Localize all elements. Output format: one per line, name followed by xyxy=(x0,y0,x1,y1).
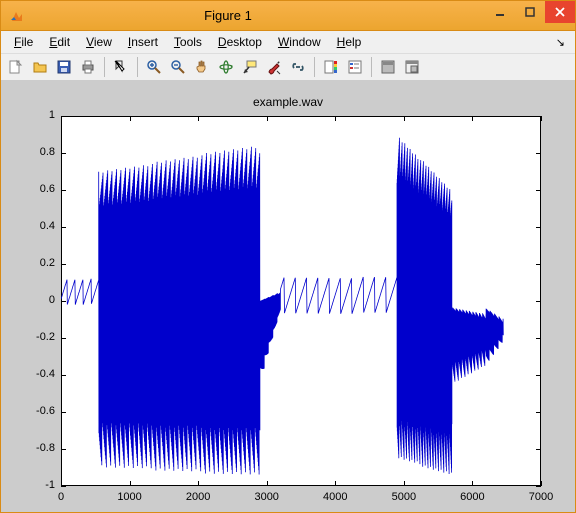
plot-title: example.wav xyxy=(1,95,575,109)
ytick-label: 0.8 xyxy=(15,146,55,158)
ytick-label: 0 xyxy=(15,294,55,306)
toolbar-separator xyxy=(371,57,372,77)
menubar: FileEditViewInsertToolsDesktopWindowHelp… xyxy=(1,31,575,53)
xtick-label: 4000 xyxy=(315,491,355,503)
edit-plot-icon[interactable] xyxy=(110,56,132,78)
hide-tools-icon[interactable] xyxy=(377,56,399,78)
toolbar-separator xyxy=(104,57,105,77)
ytick-label: -0.4 xyxy=(15,368,55,380)
xtick-label: 5000 xyxy=(384,491,424,503)
plot[interactable] xyxy=(61,116,541,486)
menu-help[interactable]: Help xyxy=(330,33,369,51)
menu-edit[interactable]: Edit xyxy=(42,33,77,51)
ytick-label: 0.4 xyxy=(15,220,55,232)
toolbar-separator xyxy=(314,57,315,77)
ytick-label: 1 xyxy=(15,109,55,121)
maximize-button[interactable] xyxy=(515,1,545,23)
ytick-label: 0.2 xyxy=(15,257,55,269)
save-icon[interactable] xyxy=(53,56,75,78)
toolbar xyxy=(1,53,575,81)
window-title: Figure 1 xyxy=(0,8,485,23)
ytick-label: 0.6 xyxy=(15,183,55,195)
toolbar-separator xyxy=(137,57,138,77)
waveform-line xyxy=(61,138,503,475)
colorbar-icon[interactable] xyxy=(320,56,342,78)
menu-view[interactable]: View xyxy=(79,33,119,51)
xtick-label: 7000 xyxy=(521,491,561,503)
toolbar-dropdown-icon[interactable]: ↘ xyxy=(556,36,569,49)
minimize-button[interactable] xyxy=(485,1,515,23)
zoom-in-icon[interactable] xyxy=(143,56,165,78)
close-button[interactable] xyxy=(545,1,575,23)
menu-window[interactable]: Window xyxy=(271,33,328,51)
xtick-label: 3000 xyxy=(247,491,287,503)
ytick-label: -0.8 xyxy=(15,442,55,454)
figure-window: Figure 1 FileEditViewInsertToolsDesktopW… xyxy=(0,0,576,513)
menu-file[interactable]: File xyxy=(7,33,40,51)
open-icon[interactable] xyxy=(29,56,51,78)
figure-area: example.wav -1 -0.8 -0.6 -0.4 -0.2 0 0.2 0.4 0.6… xyxy=(1,81,575,512)
titlebar[interactable]: Figure 1 xyxy=(1,1,575,31)
print-icon[interactable] xyxy=(77,56,99,78)
xtick-label: 6000 xyxy=(452,491,492,503)
brush-icon[interactable] xyxy=(263,56,285,78)
xtick-label: 2000 xyxy=(178,491,218,503)
dock-icon[interactable] xyxy=(401,56,423,78)
ytick-label: -1 xyxy=(15,479,55,491)
legend-icon[interactable] xyxy=(344,56,366,78)
xtick-label: 1000 xyxy=(110,491,150,503)
ytick-label: -0.2 xyxy=(15,331,55,343)
menu-insert[interactable]: Insert xyxy=(121,33,165,51)
data-cursor-icon[interactable] xyxy=(239,56,261,78)
xtick-label: 0 xyxy=(41,491,81,503)
zoom-out-icon[interactable] xyxy=(167,56,189,78)
menu-tools[interactable]: Tools xyxy=(167,33,209,51)
menu-desktop[interactable]: Desktop xyxy=(211,33,269,51)
new-figure-icon[interactable] xyxy=(5,56,27,78)
rotate3d-icon[interactable] xyxy=(215,56,237,78)
ytick-label: -0.6 xyxy=(15,405,55,417)
pan-icon[interactable] xyxy=(191,56,213,78)
window-controls xyxy=(485,1,575,30)
link-icon[interactable] xyxy=(287,56,309,78)
